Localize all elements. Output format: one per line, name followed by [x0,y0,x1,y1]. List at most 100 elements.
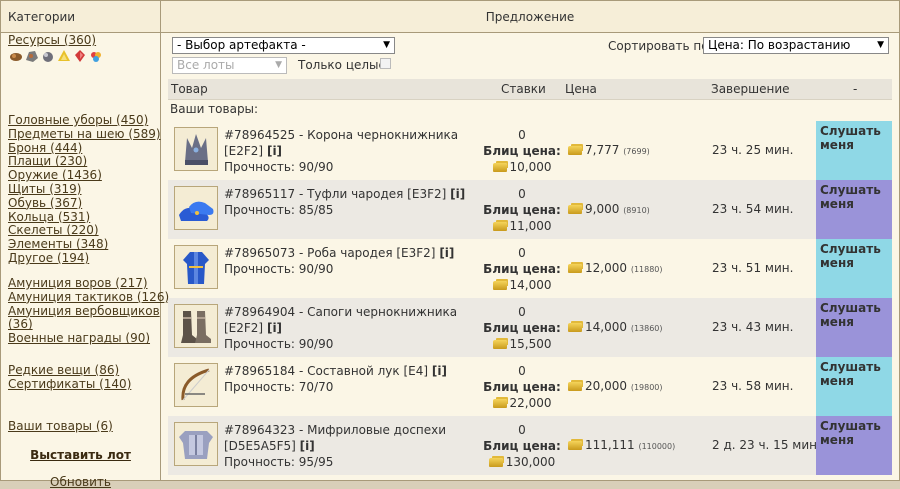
item-thumbnail[interactable] [174,304,218,348]
sidebar-item-war-awards[interactable]: Военные награды (90) [8,331,169,346]
mercury-icon[interactable] [41,49,55,63]
bid-count: 0 [518,128,526,142]
item-durability: Прочность: 90/90 [224,160,334,174]
price-value: 12,000 [585,261,627,275]
sidebar-item-cloaks[interactable]: Плащи (230) [8,155,161,169]
armor-icon [179,431,213,459]
item-thumbnail[interactable] [174,363,218,407]
sidebar-item-recruiters-ammo-count[interactable]: (36) [8,318,169,332]
gold-icon [568,205,582,214]
post-lot-button[interactable]: Выставить лот [30,448,131,462]
bids-cell: 0 Блиц цена: 11,000 [472,186,572,234]
price-value: 20,000 [585,379,627,393]
sidebar-item-thieves-ammo[interactable]: Амуниция воров (217) [8,276,169,291]
offer-header: Предложение [161,1,899,33]
listen-button[interactable]: Слушать меня [816,298,892,357]
item-info-link[interactable]: [i] [450,187,465,201]
sidebar-item-shields[interactable]: Щиты (319) [8,182,161,197]
table-row: #78965073 - Роба чародея [E3F2] [i] Прочн… [168,239,892,298]
crystal-icon[interactable] [73,49,87,63]
sidebar-item-resources[interactable]: Ресурсы (360) [8,33,96,48]
category-list: Головные уборы (450) Предметы на шею (58… [8,113,161,266]
item-info-link[interactable]: [i] [432,364,447,378]
table-row: #78964904 - Сапоги чернокнижника [E2F2] [… [168,298,892,357]
ore-icon[interactable] [25,49,39,63]
sidebar-item-armor[interactable]: Броня (444) [8,141,161,156]
item-title: #78965073 - Роба чародея [E3F2] [224,246,436,260]
item-thumbnail[interactable] [174,422,218,466]
categories-header: Категории [1,1,161,33]
category-sidebar: Ресурсы (360) Головные уборы (450) Предм… [1,33,169,489]
sulfur-icon[interactable] [57,49,71,63]
blitz-price: 14,000 [509,278,552,292]
item-thumbnail[interactable] [174,186,218,230]
sidebar-item-footwear[interactable]: Обувь (367) [8,196,161,211]
sidebar-item-weapons[interactable]: Оружие (1436) [8,168,161,183]
price-value: 7,777 [585,143,620,157]
gold-icon [492,399,507,408]
sidebar-item-headwear[interactable]: Головные уборы (450) [8,113,161,128]
crown-icon [185,134,208,165]
sidebar-item-rare[interactable]: Редкие вещи (86) [8,363,131,378]
item-code: [E2F2] [224,321,264,335]
sidebar-item-skeletons[interactable]: Скелеты (220) [8,224,161,238]
sort-select[interactable]: Цена: По возрастанию ▼ [703,37,889,54]
col-goods: Товар [171,82,208,96]
item-thumbnail[interactable] [174,127,218,171]
dropdown-arrow-icon: ▼ [383,40,390,50]
price-value: 14,000 [585,320,627,334]
listen-button[interactable]: Слушать меня [816,180,892,239]
sidebar-item-rings[interactable]: Кольца (531) [8,210,161,225]
item-description: #78965073 - Роба чародея [E3F2] [i] Прочн… [224,245,454,277]
price-cell: 9,000 (8910) [568,202,650,216]
categories-title: Категории [8,10,76,24]
lots-select[interactable]: Все лоты ▼ [172,57,287,74]
item-info-link[interactable]: [i] [267,144,282,158]
sidebar-item-other[interactable]: Другое (194) [8,251,161,266]
blitz-price: 130,000 [505,455,556,469]
sidebar-item-recruiters-ammo[interactable]: Амуниция вербовщиков [8,304,169,319]
price-value: 111,111 [585,438,635,452]
bid-count: 0 [518,423,526,437]
gem-icon[interactable] [89,49,103,63]
item-thumbnail[interactable] [174,245,218,289]
blitz-label: Блиц цена: [483,203,561,217]
price-net: (110000) [638,442,676,451]
col-bids: Ставки [501,82,546,96]
item-description: #78964904 - Сапоги чернокнижника [E2F2] [… [224,304,457,352]
price-net: (11880) [630,265,663,274]
sidebar-item-your-goods[interactable]: Ваши товары (6) [8,419,113,434]
item-title: #78965184 - Составной лук [E4] [224,364,429,378]
listen-button[interactable]: Слушать меня [816,121,892,180]
col-action: - [853,82,858,96]
bow-icon [181,368,210,401]
end-time: 23 ч. 25 мин. [712,143,794,157]
sidebar-item-tacticians-ammo[interactable]: Амуниция тактиков (126) [8,290,169,305]
bids-cell: 0 Блиц цена: 22,000 [472,363,572,411]
section-title: Ваши товары: [170,102,259,116]
sidebar-item-neck[interactable]: Предметы на шею (589) [8,127,161,142]
artifact-select[interactable]: - Выбор артефакта - ▼ [172,37,395,54]
sidebar-item-elements[interactable]: Элементы (348) [8,237,161,252]
gold-icon [492,163,507,172]
blitz-price: 22,000 [509,396,552,410]
listen-button[interactable]: Слушать меня [816,239,892,298]
item-info-link[interactable]: [i] [267,321,282,335]
bids-cell: 0 Блиц цена: 130,000 [472,422,572,470]
item-info-link[interactable]: [i] [300,439,315,453]
listen-button[interactable]: Слушать меня [816,416,892,475]
end-time: 23 ч. 51 мин. [712,261,794,275]
item-code: [D5E5A5F5] [224,439,296,453]
price-cell: 111,111 (110000) [568,438,675,452]
end-time: 23 ч. 43 мин. [712,320,794,334]
listen-button[interactable]: Слушать меня [816,357,892,416]
wood-icon[interactable] [9,49,23,63]
price-cell: 20,000 (19800) [568,379,663,393]
blitz-label: Блиц цена: [483,439,561,453]
sidebar-item-certificates[interactable]: Сертификаты (140) [8,377,131,392]
blitz-label: Блиц цена: [483,321,561,335]
item-info-link[interactable]: [i] [439,246,454,260]
refresh-button[interactable]: Обновить [50,475,111,489]
only-whole-checkbox[interactable] [380,58,391,69]
table-row: #78965117 - Туфли чародея [E3F2] [i] Проч… [168,180,892,239]
